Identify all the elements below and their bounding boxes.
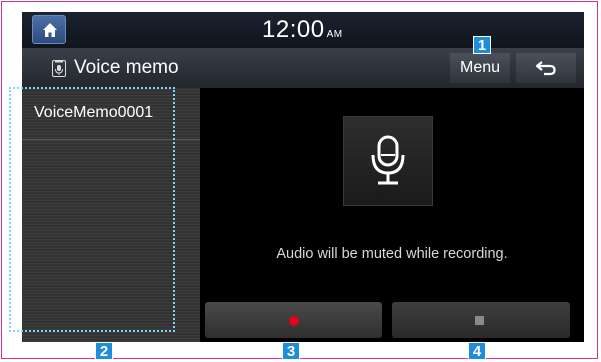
voice-memo-icon (52, 60, 66, 77)
home-icon (43, 23, 57, 37)
recording-notice: Audio will be muted while recording. (276, 246, 508, 262)
menu-button[interactable]: Menu (450, 53, 510, 83)
microphone-icon (371, 135, 405, 185)
microphone-display (343, 116, 433, 206)
page-title: Voice memo (74, 57, 179, 78)
back-button[interactable] (516, 53, 576, 83)
title-bar: Voice memo Menu (22, 48, 584, 88)
callout-3: 3 (282, 342, 300, 360)
clock-time: 12:00 (262, 16, 325, 43)
record-icon (289, 316, 299, 326)
home-button[interactable] (32, 15, 66, 44)
callout-4: 4 (468, 342, 486, 360)
record-button[interactable] (205, 302, 382, 338)
callout-1: 1 (473, 36, 491, 54)
list-highlight-frame (9, 87, 175, 332)
clock: 12:00 AM (262, 16, 343, 44)
callout-2: 2 (95, 342, 113, 360)
clock-ampm: AM (326, 29, 343, 40)
stop-button[interactable] (392, 302, 570, 338)
stop-icon (475, 316, 484, 325)
status-bar: 12:00 AM (22, 12, 584, 48)
back-arrow-icon (535, 61, 556, 76)
